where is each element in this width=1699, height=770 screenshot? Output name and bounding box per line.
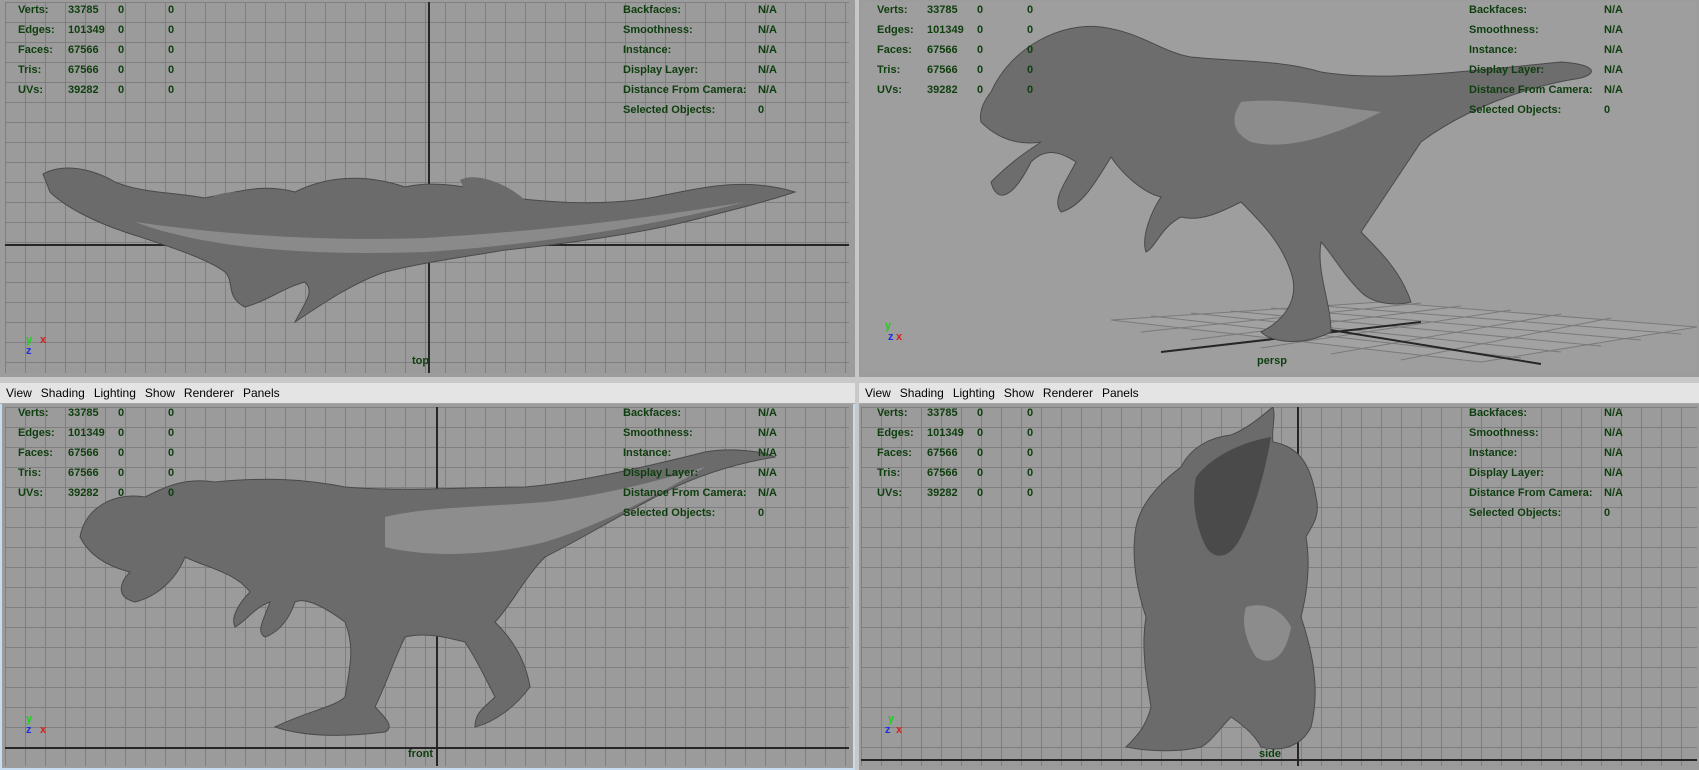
menu-panels[interactable]: Panels bbox=[243, 386, 280, 400]
axis-gizmo-icon: y x z bbox=[24, 334, 54, 364]
viewport-pane-top[interactable]: Verts: 33785 0 0 Edges: 101349 0 0 Faces: 67566… bbox=[0, 0, 855, 377]
hud-row-verts: Verts: 33785 0 0 bbox=[877, 4, 1034, 16]
hud-row-instance: Instance: N/A bbox=[623, 44, 777, 56]
panel-menubar: View Shading Lighting Show Renderer Pane… bbox=[859, 383, 1699, 404]
hud-row-instance: Instance: N/A bbox=[1469, 44, 1623, 56]
hud-row-instance: Instance: N/A bbox=[623, 447, 777, 459]
hud-row-selected: Selected Objects: 0 bbox=[1469, 104, 1611, 116]
hud-row-smoothness: Smoothness: N/A bbox=[623, 24, 777, 36]
hud-row-edges: Edges: 101349 0 0 bbox=[18, 24, 175, 36]
hud-object-info: Backfaces: N/A Smoothness: N/A Instance: N/… bbox=[623, 403, 777, 523]
hud-row-selected: Selected Objects: 0 bbox=[1469, 507, 1611, 519]
hud-row-uvs: UVs: 39282 0 0 bbox=[877, 487, 1034, 499]
hud-row-tris: Tris: 67566 0 0 bbox=[18, 64, 175, 76]
camera-label-front: front bbox=[408, 748, 434, 760]
hud-object-info: Backfaces: N/A Smoothness: N/A Instance: N/… bbox=[1469, 403, 1623, 523]
hud-row-display-layer: Display Layer: N/A bbox=[1469, 467, 1623, 479]
hud-object-info: Backfaces: N/A Smoothness: N/A Instance: N/… bbox=[1469, 0, 1623, 120]
viewport-pane-side[interactable]: View Shading Lighting Show Renderer Pane… bbox=[859, 383, 1699, 770]
hud-row-selected: Selected Objects: 0 bbox=[623, 104, 765, 116]
hud-row-instance: Instance: N/A bbox=[1469, 447, 1623, 459]
menu-lighting[interactable]: Lighting bbox=[953, 386, 995, 400]
hud-poly-stats: Verts: 33785 0 0 Edges: 101349 0 0 Faces: 67566… bbox=[16, 403, 174, 503]
hud-row-verts: Verts: 33785 0 0 bbox=[877, 407, 1034, 419]
hud-row-uvs: UVs: 39282 0 0 bbox=[877, 84, 1034, 96]
hud-row-verts: Verts: 33785 0 0 bbox=[18, 407, 175, 419]
hud-row-edges: Edges: 101349 0 0 bbox=[877, 24, 1034, 36]
menu-lighting[interactable]: Lighting bbox=[94, 386, 136, 400]
hud-row-faces: Faces: 67566 0 0 bbox=[18, 447, 175, 459]
hud-row-display-layer: Display Layer: N/A bbox=[623, 467, 777, 479]
hud-row-backfaces: Backfaces: N/A bbox=[623, 407, 777, 419]
hud-row-display-layer: Display Layer: N/A bbox=[1469, 64, 1623, 76]
hud-poly-stats: Verts: 33785 0 0 Edges: 101349 0 0 Faces: 67566… bbox=[875, 403, 1033, 503]
gizmo-x-label: x bbox=[40, 724, 47, 736]
hud-row-tris: Tris: 67566 0 0 bbox=[18, 467, 175, 479]
hud-row-distance: Distance From Camera: N/A bbox=[623, 487, 777, 499]
hud-row-faces: Faces: 67566 0 0 bbox=[877, 44, 1034, 56]
menu-renderer[interactable]: Renderer bbox=[1043, 386, 1093, 400]
viewport-pane-front[interactable]: View Shading Lighting Show Renderer Pane… bbox=[0, 383, 855, 770]
menu-panels[interactable]: Panels bbox=[1102, 386, 1139, 400]
hud-poly-stats: Verts: 33785 0 0 Edges: 101349 0 0 Faces: 67566… bbox=[875, 0, 1033, 100]
hud-row-verts: Verts: 33785 0 0 bbox=[18, 4, 175, 16]
axis-gizmo-icon: y z x bbox=[883, 320, 913, 350]
gizmo-z-label: z bbox=[26, 345, 32, 357]
hud-row-backfaces: Backfaces: N/A bbox=[1469, 407, 1623, 419]
hud-row-faces: Faces: 67566 0 0 bbox=[18, 44, 175, 56]
hud-row-smoothness: Smoothness: N/A bbox=[1469, 24, 1623, 36]
hud-row-selected: Selected Objects: 0 bbox=[623, 507, 765, 519]
gizmo-z-label: z bbox=[26, 724, 32, 736]
gizmo-x-label: x bbox=[40, 334, 47, 346]
panel-menubar: View Shading Lighting Show Renderer Pane… bbox=[0, 383, 855, 404]
hud-row-tris: Tris: 67566 0 0 bbox=[877, 64, 1034, 76]
menu-show[interactable]: Show bbox=[1004, 386, 1034, 400]
hud-row-distance: Distance From Camera: N/A bbox=[1469, 84, 1623, 96]
hud-row-edges: Edges: 101349 0 0 bbox=[18, 427, 175, 439]
menu-view[interactable]: View bbox=[865, 386, 891, 400]
menu-renderer[interactable]: Renderer bbox=[184, 386, 234, 400]
camera-label-side: side bbox=[1259, 748, 1282, 760]
camera-label-top: top bbox=[412, 355, 430, 367]
axis-gizmo-icon: y z x bbox=[883, 713, 913, 743]
camera-label-persp: persp bbox=[1257, 355, 1287, 367]
gizmo-x-label: x bbox=[896, 331, 903, 343]
viewport-pane-persp[interactable]: Verts: 33785 0 0 Edges: 101349 0 0 Faces: 67566… bbox=[859, 0, 1699, 377]
hud-row-distance: Distance From Camera: N/A bbox=[1469, 487, 1623, 499]
menu-shading[interactable]: Shading bbox=[41, 386, 85, 400]
hud-row-uvs: UVs: 39282 0 0 bbox=[18, 487, 175, 499]
gizmo-x-label: x bbox=[896, 724, 903, 736]
hud-row-distance: Distance From Camera: N/A bbox=[623, 84, 777, 96]
hud-row-edges: Edges: 101349 0 0 bbox=[877, 427, 1034, 439]
menu-show[interactable]: Show bbox=[145, 386, 175, 400]
hud-row-uvs: UVs: 39282 0 0 bbox=[18, 84, 175, 96]
menu-shading[interactable]: Shading bbox=[900, 386, 944, 400]
gizmo-z-label: z bbox=[888, 331, 894, 343]
hud-poly-stats: Verts: 33785 0 0 Edges: 101349 0 0 Faces: 67566… bbox=[16, 0, 174, 100]
hud-row-smoothness: Smoothness: N/A bbox=[623, 427, 777, 439]
hud-object-info: Backfaces: N/A Smoothness: N/A Instance: N/… bbox=[623, 0, 777, 120]
hud-row-smoothness: Smoothness: N/A bbox=[1469, 427, 1623, 439]
hud-row-display-layer: Display Layer: N/A bbox=[623, 64, 777, 76]
hud-row-tris: Tris: 67566 0 0 bbox=[877, 467, 1034, 479]
hud-row-backfaces: Backfaces: N/A bbox=[1469, 4, 1623, 16]
gizmo-z-label: z bbox=[885, 724, 891, 736]
menu-view[interactable]: View bbox=[6, 386, 32, 400]
hud-row-faces: Faces: 67566 0 0 bbox=[877, 447, 1034, 459]
axis-gizmo-icon: y z x bbox=[24, 713, 54, 743]
hud-row-backfaces: Backfaces: N/A bbox=[623, 4, 777, 16]
